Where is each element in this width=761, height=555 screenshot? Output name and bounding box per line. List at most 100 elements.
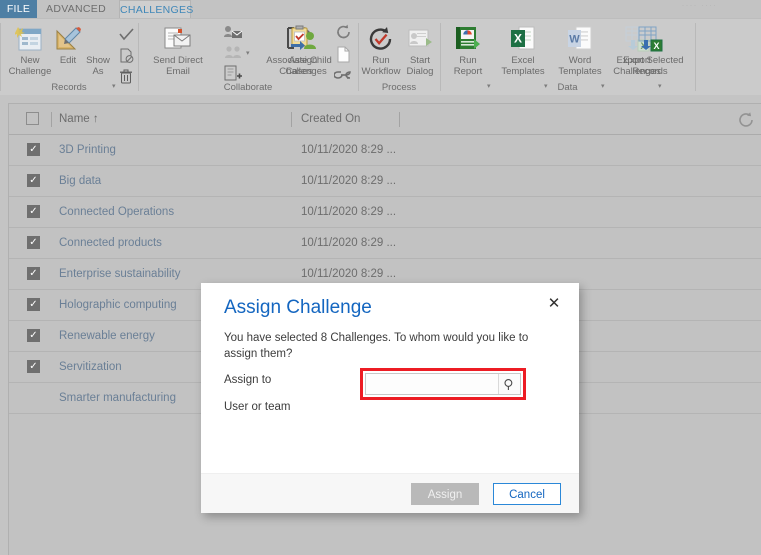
ribbon-group-label-data: Data [557, 82, 578, 93]
ribbon-group-label-records: Records [51, 82, 87, 93]
row-select-checkbox[interactable]: ✓ [27, 236, 40, 249]
record-name-link[interactable]: Holographic computing [59, 290, 177, 320]
show-as-label: Show As [86, 55, 110, 77]
dialog-footer: Assign Cancel [201, 473, 579, 513]
tab-challenges[interactable]: CHALLENGES [119, 0, 193, 19]
tab-file[interactable]: FILE [0, 0, 37, 18]
run-report-label: Run Report [453, 55, 483, 77]
ribbon-tab-strip: FILE ADVANCED FIND CHALLENGES ···· ···· [0, 0, 761, 33]
search-lookup-icon[interactable] [498, 374, 520, 394]
word-icon: W [553, 23, 607, 53]
user-or-team-input[interactable] [366, 374, 498, 394]
ribbon-separator [695, 23, 696, 91]
row-select-checkbox[interactable]: ✓ [27, 174, 40, 187]
excel-icon: X [496, 23, 550, 53]
ribbon-group-records: New Challenge Edit Show As ▾ Records [0, 19, 138, 95]
assign-challenges-label: Assign Challenges [279, 55, 327, 77]
table-row[interactable]: ✓ Big data 10/11/2020 8:29 ... [9, 166, 761, 197]
export-selected-records-button[interactable]: X Export Selected Records [607, 23, 693, 77]
connections-chevron-down-icon[interactable]: ▾ [246, 49, 250, 57]
record-name-link[interactable]: Connected Operations [59, 197, 174, 227]
assign-clipboard-user-icon [272, 23, 334, 53]
export-selected-excel-icon: X [607, 23, 693, 53]
dialog-message: You have selected 8 Challenges. To whom … [224, 332, 529, 360]
show-as-icon [76, 23, 120, 53]
excel-templates-button[interactable]: X Excel Templates [496, 23, 550, 77]
run-workflow-button[interactable]: Run Workflow [360, 23, 402, 77]
record-name-link[interactable]: Enterprise sustainability [59, 259, 180, 289]
record-name-link[interactable]: 3D Printing [59, 135, 116, 165]
application-window: FILE ADVANCED FIND CHALLENGES ···· ···· [0, 0, 761, 555]
row-select-checkbox[interactable]: ✓ [27, 267, 40, 280]
record-name-link[interactable]: Servitization [59, 352, 122, 382]
svg-text:W: W [569, 34, 580, 46]
row-select-checkbox[interactable]: ✓ [27, 329, 40, 342]
column-header-name[interactable]: Name ↑ [59, 104, 99, 134]
record-name-link[interactable]: Big data [59, 166, 101, 196]
table-row[interactable]: ✓ Connected Operations 10/11/2020 8:29 ... [9, 197, 761, 228]
connections-icon[interactable] [223, 45, 243, 61]
assign-to-label: Assign to [224, 374, 272, 386]
svg-text:X: X [653, 41, 659, 51]
add-connection-icon[interactable] [223, 25, 243, 41]
start-dialog-label: Start Dialog [406, 55, 434, 77]
assign-challenges-button[interactable]: Assign Challenges [272, 23, 334, 77]
email-document-icon [144, 23, 212, 53]
add-to-queue-icon[interactable] [223, 65, 243, 83]
row-select-checkbox[interactable]: ✓ [27, 360, 40, 373]
column-header-created-on[interactable]: Created On [301, 104, 360, 134]
refresh-icon[interactable] [736, 110, 756, 130]
record-created-on: 10/11/2020 8:29 ... [301, 206, 397, 218]
record-name-link[interactable]: Connected products [59, 228, 162, 258]
start-dialog-icon [400, 23, 440, 53]
assign-challenges-area: Assign Challenges [272, 19, 358, 95]
send-direct-email-label: Send Direct Email [153, 55, 203, 77]
sync-circle-icon[interactable] [334, 24, 352, 40]
grid-header-row: Name ↑ Created On [9, 104, 761, 135]
select-all-checkbox[interactable] [26, 112, 39, 125]
export-selected-records-area: X Export Selected Records Data [557, 19, 695, 95]
record-name-link[interactable]: Renewable energy [59, 321, 155, 351]
export-selected-records-label: Export Selected Records [616, 55, 684, 77]
top-faint-text: ···· ···· [681, 0, 717, 10]
header-divider [291, 112, 292, 127]
run-workflow-label: Run Workflow [361, 55, 401, 77]
record-created-on: 10/11/2020 8:29 ... [301, 175, 397, 187]
tab-advanced-find[interactable]: ADVANCED FIND [37, 0, 115, 33]
run-report-icon [444, 23, 492, 53]
record-created-on: 10/11/2020 8:29 ... [301, 237, 397, 249]
header-divider [51, 112, 52, 127]
table-row[interactable]: ✓ Connected products 10/11/2020 8:29 ... [9, 228, 761, 259]
record-created-on: 10/11/2020 8:29 ... [301, 144, 397, 156]
send-direct-email-button[interactable]: Send Direct Email [144, 23, 212, 77]
excel-templates-label: Excel Templates [501, 55, 545, 77]
show-as-button[interactable]: Show As [76, 23, 120, 77]
link-chain-icon[interactable] [334, 67, 354, 83]
user-or-team-label: User or team [224, 401, 291, 413]
ribbon-group-label-process: Process [381, 82, 417, 93]
ribbon-group-process: Run Workflow Start Dialog Process [358, 19, 440, 95]
dialog-body: Assign Challenge ✕ You have selected 8 C… [201, 283, 579, 474]
svg-text:X: X [514, 32, 522, 46]
table-row[interactable]: ✓ 3D Printing 10/11/2020 8:29 ... [9, 135, 761, 166]
cancel-button[interactable]: Cancel [493, 483, 561, 505]
dialog-title: Assign Challenge [224, 297, 372, 318]
start-dialog-button[interactable]: Start Dialog [400, 23, 440, 77]
sort-ascending-icon: ↑ [92, 113, 99, 125]
check-icon[interactable] [118, 26, 134, 42]
assign-challenge-dialog: Assign Challenge ✕ You have selected 8 C… [201, 283, 579, 513]
row-select-checkbox[interactable]: ✓ [27, 143, 40, 156]
row-select-checkbox[interactable]: ✓ [27, 298, 40, 311]
user-or-team-lookup[interactable] [365, 373, 521, 395]
page-icon[interactable] [334, 45, 352, 63]
ribbon: New Challenge Edit Show As ▾ Records Sen… [0, 18, 761, 96]
close-icon[interactable]: ✕ [545, 295, 563, 313]
row-select-checkbox[interactable]: ✓ [27, 205, 40, 218]
run-report-button[interactable]: Run Report [444, 23, 492, 77]
row-select-checkbox[interactable] [27, 391, 40, 404]
word-templates-button[interactable]: W Word Templates [553, 23, 607, 77]
assign-button[interactable]: Assign [411, 483, 479, 505]
header-divider [399, 112, 400, 127]
deactivate-document-icon[interactable] [118, 47, 134, 63]
record-name-link[interactable]: Smarter manufacturing [59, 383, 176, 413]
